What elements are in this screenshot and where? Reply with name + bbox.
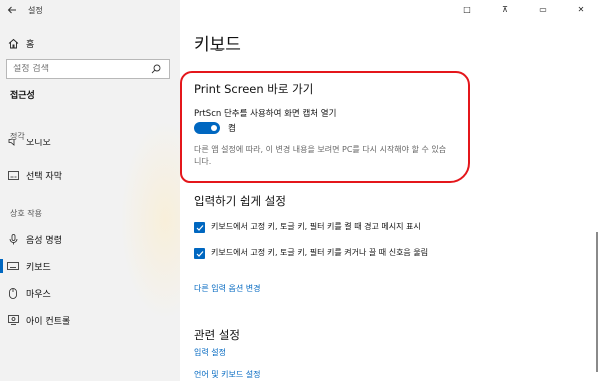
- sidebar-section-title: 접근성: [10, 91, 35, 101]
- sidebar-item-mouse[interactable]: 마우스: [0, 283, 180, 303]
- captions-icon: [6, 168, 20, 182]
- close-icon: ✕: [577, 4, 585, 14]
- checkbox-warning-message[interactable]: 키보드에서 고정 키, 토글 키, 필터 키를 켤 때 경고 메시지 표시: [194, 220, 454, 233]
- sidebar-item-eye-control[interactable]: 아이 컨트롤: [0, 310, 180, 330]
- checkbox[interactable]: [194, 222, 205, 233]
- search-box: [6, 59, 170, 79]
- title-bar: 설정: [0, 0, 180, 20]
- page-title: 키보드: [194, 35, 241, 55]
- search-input[interactable]: [7, 64, 147, 74]
- checkbox[interactable]: [194, 248, 205, 259]
- sidebar-item-mouse-label: 마우스: [26, 289, 51, 300]
- restore-button[interactable]: □: [448, 0, 486, 18]
- sidebar-item-eye-control-label: 아이 컨트롤: [26, 316, 71, 327]
- nav-home[interactable]: 홈: [0, 33, 180, 53]
- eye-control-icon: [6, 313, 20, 327]
- other-input-options-link[interactable]: 다른 입력 옵션 변경: [194, 283, 261, 294]
- nav-home-label: 홈: [26, 39, 35, 50]
- sidebar-item-keyboard[interactable]: 키보드: [0, 256, 180, 276]
- language-keyboard-settings-link[interactable]: 언어 및 키보드 설정: [194, 369, 261, 380]
- checkbox-label: 키보드에서 고정 키, 토글 키, 필터 키를 켤 때 경고 메시지 표시: [211, 222, 421, 231]
- sidebar: 설정 홈 접근성 정각 오디오 선택 자막 상호 작용 음성 명령: [0, 0, 210, 381]
- checkmark-icon: [196, 224, 203, 231]
- scrollbar[interactable]: [596, 232, 598, 372]
- toggle-knob: [211, 125, 217, 131]
- keyboard-icon: [6, 259, 20, 273]
- checkmark-icon: [196, 250, 203, 257]
- checkbox-label: 키보드에서 고정 키, 토글 키, 필터 키를 켜거나 끌 때 신호음 울림: [211, 248, 429, 257]
- sidebar-item-speech[interactable]: 음성 명령: [0, 229, 180, 249]
- microphone-icon: [6, 232, 20, 246]
- home-icon: [6, 36, 20, 50]
- sidebar-item-audio[interactable]: 오디오: [0, 139, 180, 151]
- restore-icon: □: [463, 4, 471, 14]
- restart-note: 다른 앱 설정에 따라, 이 변경 내용을 보려면 PC를 다시 시작해야 할 …: [194, 145, 447, 166]
- sidebar-item-captions-label: 선택 자막: [26, 171, 62, 182]
- close-button[interactable]: ✕: [562, 0, 600, 18]
- maximize-button[interactable]: ▭: [524, 0, 562, 18]
- related-settings-title: 관련 설정: [194, 328, 240, 342]
- print-screen-toggle[interactable]: [194, 122, 220, 134]
- speaker-icon: [6, 139, 20, 148]
- group-label-interaction: 상호 작용: [10, 209, 42, 218]
- maximize-icon: ▭: [539, 4, 547, 14]
- easy-input-section-title: 입력하기 쉽게 설정: [194, 194, 286, 208]
- print-screen-section-title: Print Screen 바로 가기: [194, 82, 314, 96]
- checkbox-beep-sound[interactable]: 키보드에서 고정 키, 토글 키, 필터 키를 켜거나 끌 때 신호음 울림: [194, 246, 454, 259]
- title-underline: [215, 49, 223, 51]
- sidebar-item-captions[interactable]: 선택 자막: [0, 165, 180, 185]
- sidebar-item-keyboard-label: 키보드: [26, 262, 51, 273]
- main-content: □ ⊼ ▭ ✕ 키보드 Print Screen 바로 가기 PrtScn 단추…: [180, 0, 600, 381]
- pin-icon: ⊼: [502, 4, 508, 14]
- toggle-state-label: 켬: [228, 124, 236, 134]
- window-controls: □ ⊼ ▭ ✕: [448, 0, 600, 18]
- back-arrow-icon: [7, 6, 16, 14]
- mouse-icon: [6, 286, 20, 300]
- print-screen-option-label: PrtScn 단추를 사용하여 화면 캡처 열기: [194, 109, 337, 119]
- pin-button[interactable]: ⊼: [486, 0, 524, 18]
- sidebar-item-audio-label: 오디오: [26, 139, 51, 148]
- sidebar-item-speech-label: 음성 명령: [26, 235, 62, 246]
- input-settings-link[interactable]: 입력 설정: [194, 347, 226, 358]
- app-title: 설정: [28, 5, 43, 15]
- search-icon[interactable]: [147, 60, 165, 78]
- back-button[interactable]: [0, 0, 24, 20]
